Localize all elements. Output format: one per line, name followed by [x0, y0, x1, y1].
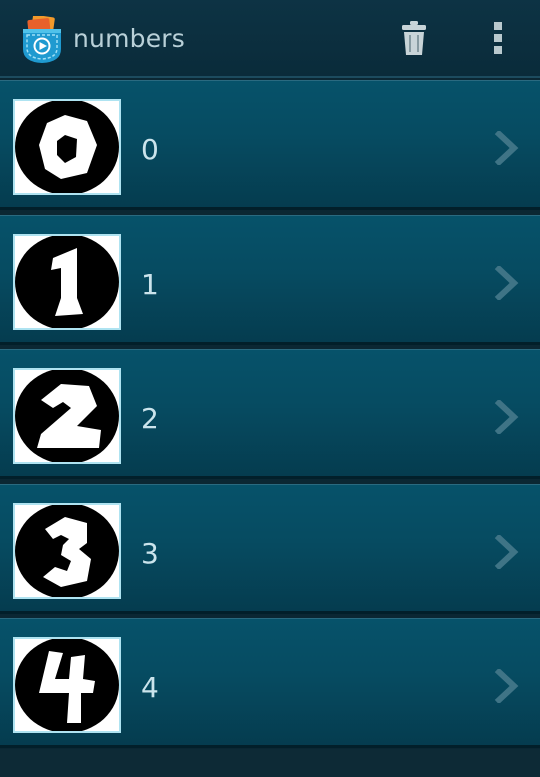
pocket-play-icon[interactable]: [20, 14, 64, 64]
list-item[interactable]: 0: [0, 80, 540, 210]
action-bar: numbers: [0, 0, 540, 78]
digit-2-image: [15, 370, 119, 463]
chevron-right-icon: [494, 264, 522, 301]
list-item[interactable]: 1: [0, 214, 540, 345]
trash-icon: [401, 20, 427, 60]
list-item[interactable]: 3: [0, 483, 540, 614]
digit-1-image: [15, 235, 119, 328]
chevron-right-icon: [494, 668, 522, 705]
bottom-bar: [0, 749, 540, 777]
chevron-right-icon: [494, 398, 522, 436]
thumbnail: [13, 368, 121, 465]
chevron-right-icon: [494, 533, 522, 571]
overflow-menu-button[interactable]: [476, 18, 520, 62]
list-item[interactable]: 2: [0, 349, 540, 480]
list-item[interactable]: 4: [0, 618, 540, 749]
thumbnail: [13, 99, 121, 195]
digit-0-image: [15, 101, 119, 193]
numbers-list: 0 1 2 3 4: [0, 80, 540, 753]
digit-4-image: [15, 639, 119, 732]
thumbnail: [13, 637, 121, 734]
item-label: 1: [141, 267, 159, 301]
chevron-right-icon: [494, 129, 522, 167]
delete-button[interactable]: [392, 18, 436, 62]
overflow-menu-icon: [493, 22, 503, 58]
item-label: 3: [141, 536, 159, 570]
app-window: numbers 0 1 2 3 4: [0, 0, 540, 777]
item-label: 2: [141, 402, 159, 436]
item-label: 4: [141, 671, 159, 705]
digit-3-image: [15, 504, 119, 597]
app-title: numbers: [73, 24, 185, 53]
thumbnail: [13, 502, 121, 599]
item-label: 0: [141, 133, 159, 166]
thumbnail: [13, 233, 121, 330]
